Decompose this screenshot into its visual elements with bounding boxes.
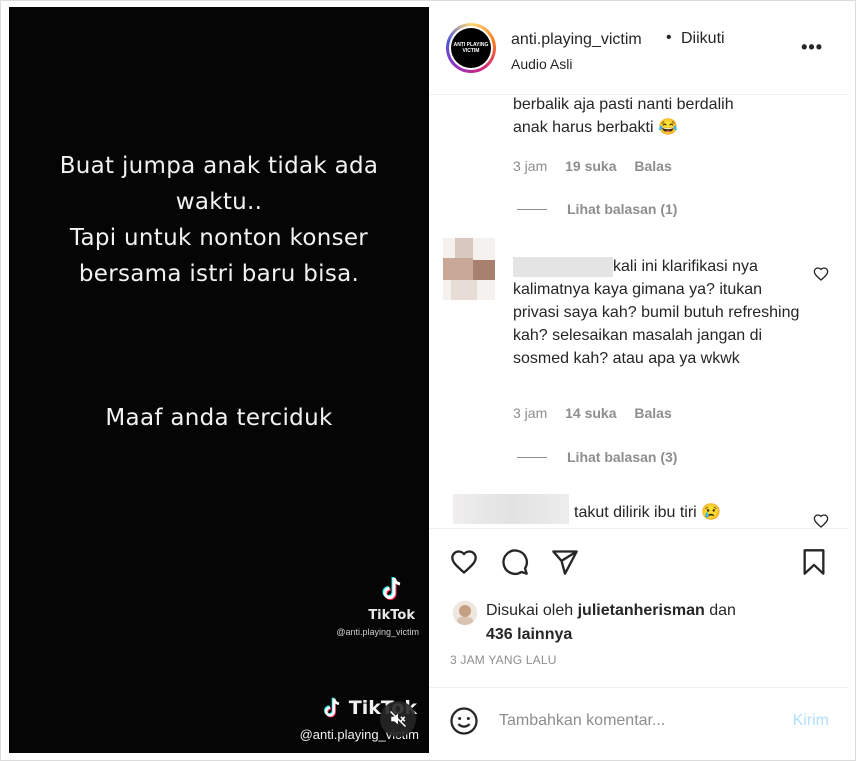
post-actions: Disukai oleh julietanherisman dan 436 la… — [429, 528, 849, 688]
reply-button[interactable]: Balas — [634, 405, 671, 421]
post-modal: Buat jumpa anak tidak ada waktu.. Tapi u… — [0, 0, 856, 761]
likes-prefix: Disukai oleh — [486, 602, 574, 619]
separator-dot: • — [666, 29, 672, 46]
paper-plane-icon — [552, 550, 578, 575]
speaker-muted-icon — [389, 710, 407, 728]
comment-text: takut dilirik ibu tiri 😢 — [574, 504, 722, 521]
audio-link[interactable]: Audio Asli — [511, 56, 572, 72]
more-options-icon[interactable]: ••• — [801, 37, 823, 58]
post-details-panel: ANTI PLAYING VICTIM anti.playing_victim … — [429, 7, 849, 753]
emoji-icon[interactable] — [449, 706, 479, 736]
view-replies-button[interactable]: Lihat balasan (1) — [517, 201, 677, 217]
following-button[interactable]: Diikuti — [681, 30, 725, 48]
username-link[interactable]: anti.playing_victim — [511, 31, 642, 49]
reply-button[interactable]: Balas — [634, 158, 671, 174]
view-replies-label: Lihat balasan (3) — [567, 449, 678, 465]
avatar[interactable]: ANTI PLAYING VICTIM — [446, 23, 496, 73]
comment-time[interactable]: 3 jam — [513, 405, 547, 421]
comment-likes[interactable]: 19 suka — [565, 158, 616, 174]
likes-summary: Disukai oleh julietanherisman dan 436 la… — [486, 599, 826, 647]
video-player[interactable]: Buat jumpa anak tidak ada waktu.. Tapi u… — [9, 7, 429, 753]
comment-text: kali ini klarifikasi nya kalimatnya kaya… — [513, 258, 800, 367]
caption-line: Tapi untuk nonton konser — [69, 225, 369, 251]
video-caption-top: Buat jumpa anak tidak ada waktu.. Tapi u… — [9, 148, 429, 292]
liked-by-user-link[interactable]: julietanherisman — [578, 602, 705, 619]
tiktok-handle: @anti.playing_victim — [336, 627, 419, 637]
likes-connector: dan — [709, 602, 736, 619]
view-replies-button[interactable]: Lihat balasan (3) — [517, 449, 677, 465]
divider-line — [517, 208, 547, 210]
save-button[interactable] — [799, 547, 829, 577]
post-timestamp[interactable]: 3 JAM YANG LALU — [450, 653, 557, 667]
blurred-username[interactable] — [453, 494, 569, 524]
post-comment-button[interactable]: Kirim — [793, 712, 829, 730]
comment-likes[interactable]: 14 suka — [565, 405, 616, 421]
avatar[interactable] — [443, 238, 495, 300]
avatar[interactable] — [453, 601, 477, 625]
post-header: ANTI PLAYING VICTIM anti.playing_victim … — [429, 7, 849, 95]
comment-meta: 3 jam 19 suka Balas — [513, 158, 686, 174]
heart-icon — [451, 550, 477, 575]
comment-meta: 3 jam 14 suka Balas — [513, 405, 686, 421]
comment-text: berbalik aja pasti nanti berdalih anak h… — [513, 96, 734, 136]
tiktok-icon — [382, 577, 401, 600]
comment-input[interactable] — [499, 708, 769, 734]
blurred-avatar-icon — [443, 238, 495, 300]
bookmark-icon — [803, 549, 825, 575]
tiktok-name: TikTok — [368, 608, 415, 623]
caption-line: waktu.. — [175, 189, 263, 215]
like-comment-icon[interactable] — [813, 513, 829, 528]
caption-line: Buat jumpa anak tidak ada — [59, 153, 379, 179]
comment-button[interactable] — [500, 547, 530, 577]
caption-line: bersama istri baru bisa. — [78, 261, 360, 287]
likes-others-link[interactable]: 436 lainnya — [486, 626, 572, 643]
comment-icon — [502, 549, 528, 575]
share-button[interactable] — [550, 547, 580, 577]
divider-line — [517, 456, 547, 458]
tiktok-icon — [323, 697, 340, 718]
add-comment-bar: Kirim — [429, 687, 849, 753]
video-caption-bottom: Maaf anda terciduk — [105, 405, 333, 431]
mute-button[interactable] — [380, 701, 416, 737]
like-button[interactable] — [449, 547, 479, 577]
tiktok-watermark: TikTok @anti.playing_victim — [309, 575, 419, 637]
like-comment-icon[interactable] — [813, 266, 829, 282]
comment-time[interactable]: 3 jam — [513, 158, 547, 174]
view-replies-label: Lihat balasan (1) — [567, 201, 678, 217]
comments-list[interactable]: berbalik aja pasti nanti berdalih anak h… — [429, 95, 849, 528]
avatar-image: ANTI PLAYING VICTIM — [451, 28, 491, 68]
user-avatar-icon — [453, 601, 477, 625]
